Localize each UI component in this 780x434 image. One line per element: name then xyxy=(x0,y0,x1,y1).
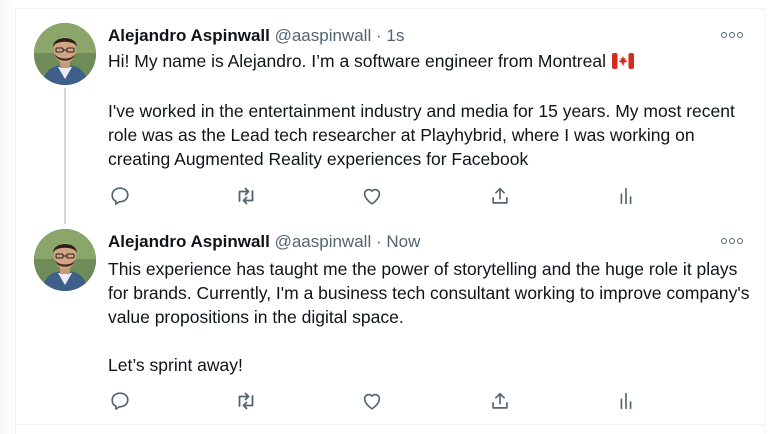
tweet-divider xyxy=(15,424,764,425)
heart-icon xyxy=(363,188,381,205)
reply-bubble-icon xyxy=(111,392,129,410)
tweet-header: Alejandro Aspinwall @aaspinwall · Now xyxy=(108,231,420,253)
share-upload-icon xyxy=(492,392,508,409)
reply-bubble-icon xyxy=(111,187,129,205)
author-name[interactable]: Alejandro Aspinwall xyxy=(108,232,270,251)
like-button[interactable] xyxy=(360,184,384,208)
header-separator: · xyxy=(375,232,382,251)
analytics-button[interactable] xyxy=(614,389,638,413)
tweet[interactable]: Alejandro Aspinwall @aaspinwall · Now Th… xyxy=(15,224,763,430)
header-separator: · xyxy=(375,26,382,45)
retweet-button[interactable] xyxy=(234,389,258,413)
paragraph-text: Hi! My name is Alejandro. I’m a software… xyxy=(108,51,606,71)
tweet-timestamp[interactable]: 1s xyxy=(386,26,404,45)
author-name[interactable]: Alejandro Aspinwall xyxy=(108,26,270,45)
canada-flag-icon xyxy=(611,51,634,75)
tweet-paragraph: Let’s sprint away! xyxy=(108,355,243,375)
tweet-paragraph: Hi! My name is Alejandro. I’m a software… xyxy=(108,49,758,75)
reply-button[interactable] xyxy=(108,184,132,208)
avatar[interactable] xyxy=(34,229,96,291)
tweet-paragraph: I've worked in the entertainment industr… xyxy=(108,101,735,169)
retweet-arrows-icon xyxy=(238,392,254,410)
analytics-bars-icon xyxy=(620,392,632,410)
tweet-text: Hi! My name is Alejandro. I’m a software… xyxy=(108,49,758,171)
like-button[interactable] xyxy=(360,389,384,413)
reply-button[interactable] xyxy=(108,389,132,413)
analytics-bars-icon xyxy=(620,187,632,205)
tweet-actions xyxy=(108,184,668,208)
retweet-arrows-icon xyxy=(238,187,254,205)
retweet-button[interactable] xyxy=(234,184,258,208)
heart-icon xyxy=(363,393,381,410)
avatar[interactable] xyxy=(34,23,96,85)
tweet-paragraph: This experience has taught me the power … xyxy=(108,259,750,327)
analytics-button[interactable] xyxy=(614,184,638,208)
tweet-text: This experience has taught me the power … xyxy=(108,257,758,377)
more-dots-icon[interactable] xyxy=(721,234,743,248)
author-handle[interactable]: @aaspinwall xyxy=(275,26,372,45)
share-button[interactable] xyxy=(488,184,512,208)
tweet[interactable]: Alejandro Aspinwall @aaspinwall · 1s Hi!… xyxy=(15,8,763,224)
share-button[interactable] xyxy=(488,389,512,413)
more-dots-icon[interactable] xyxy=(721,28,743,42)
share-upload-icon xyxy=(492,187,508,204)
avatar-photo xyxy=(34,23,96,85)
tweet-timestamp[interactable]: Now xyxy=(386,232,420,251)
author-handle[interactable]: @aaspinwall xyxy=(275,232,372,251)
avatar-photo xyxy=(34,229,96,291)
tweet-actions xyxy=(108,389,668,413)
tweet-header: Alejandro Aspinwall @aaspinwall · 1s xyxy=(108,25,404,47)
left-edge-shadow xyxy=(0,0,16,434)
tweet-thread-page: Alejandro Aspinwall @aaspinwall · 1s Hi!… xyxy=(0,0,780,434)
